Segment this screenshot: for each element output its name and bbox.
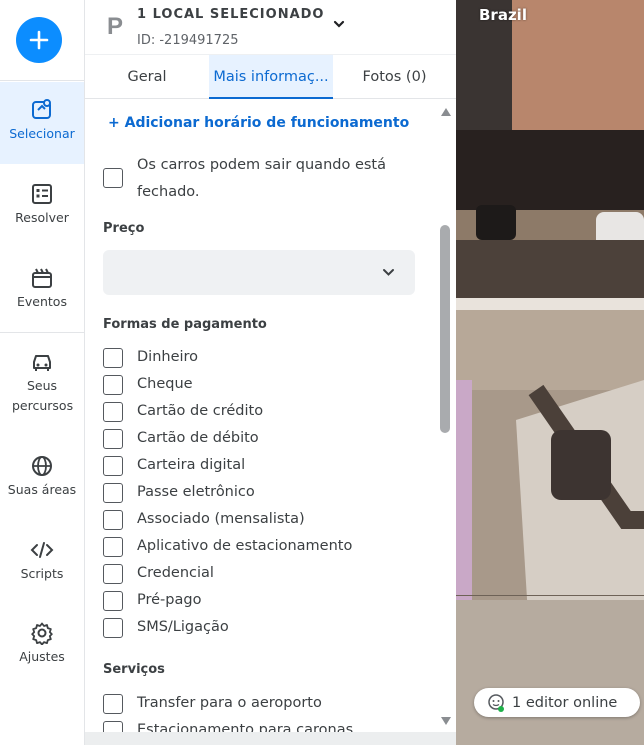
rail-item-label: Eventos: [17, 294, 67, 309]
price-section-title: Preço: [103, 221, 145, 236]
service-checkbox[interactable]: [103, 721, 123, 732]
left-rail: Selecionar Resolver Eventos Seus percurs…: [0, 0, 85, 745]
rail-item-areas[interactable]: Suas áreas: [0, 454, 84, 500]
areas-icon: [32, 456, 52, 476]
rail-divider: [0, 332, 84, 333]
service-option-label: Estacionamento para caronas: [137, 722, 354, 732]
rail-item-select[interactable]: Selecionar: [0, 82, 84, 164]
map-country-label: Brazil: [479, 6, 527, 24]
payment-checkbox[interactable]: [103, 537, 123, 557]
add-button[interactable]: [16, 17, 62, 63]
place-id: ID: -219491725: [137, 33, 239, 48]
editors-online-text: 1 editor online: [512, 694, 618, 711]
payment-option-label: Cartão de crédito: [137, 403, 264, 419]
tab-more-info[interactable]: Mais informaç...: [209, 55, 333, 99]
chevron-down-icon[interactable]: [332, 17, 346, 31]
payment-option-label: Credencial: [137, 565, 214, 581]
editors-online-pill[interactable]: 1 editor online: [474, 688, 640, 717]
scroll-thumb[interactable]: [440, 225, 450, 433]
rail-item-label: Selecionar: [9, 126, 75, 141]
rail-item-label: Ajustes: [19, 649, 65, 664]
drives-icon: [33, 355, 51, 371]
rail-item-drives[interactable]: Seus percursos: [0, 350, 84, 416]
satellite-imagery: [456, 0, 644, 745]
rail-divider: [0, 80, 84, 81]
payment-option-label: SMS/Ligação: [137, 619, 229, 635]
payment-checkbox[interactable]: [103, 429, 123, 449]
resolve-icon: [32, 184, 52, 204]
gear-icon: [31, 622, 53, 645]
rail-item-scripts[interactable]: Scripts: [0, 538, 84, 584]
more-info-content: + Adicionar horário de funcionamento Os …: [85, 99, 437, 732]
payment-checkbox[interactable]: [103, 591, 123, 611]
parking-category-icon: P: [107, 13, 124, 40]
payment-option-label: Cheque: [137, 376, 193, 392]
services-section-title: Serviços: [103, 662, 165, 677]
rail-item-label: Suas áreas: [7, 482, 77, 497]
map-view[interactable]: Brazil 1 editor online: [456, 0, 644, 745]
payment-option-label: Dinheiro: [137, 349, 199, 365]
payment-checkbox[interactable]: [103, 510, 123, 530]
selection-title: 1 LOCAL SELECIONADO: [137, 7, 325, 22]
payment-checkbox[interactable]: [103, 564, 123, 584]
payment-option-label: Carteira digital: [137, 457, 246, 473]
price-select[interactable]: [103, 250, 415, 295]
payment-option-label: Cartão de débito: [137, 430, 259, 446]
payment-checkbox[interactable]: [103, 375, 123, 395]
edit-panel: P 1 LOCAL SELECIONADO ID: -219491725 Ger…: [85, 0, 456, 745]
panel-header: P 1 LOCAL SELECIONADO ID: -219491725: [85, 0, 456, 54]
editor-online-icon: [488, 693, 504, 712]
rail-item-settings[interactable]: Ajustes: [0, 621, 84, 667]
service-checkbox[interactable]: [103, 694, 123, 714]
payment-checkbox[interactable]: [103, 348, 123, 368]
rail-item-resolve[interactable]: Resolver: [0, 182, 84, 228]
horizontal-scrollbar[interactable]: [85, 732, 456, 745]
payment-checkbox[interactable]: [103, 456, 123, 476]
payment-checkbox[interactable]: [103, 402, 123, 422]
closed-exit-checkbox[interactable]: [103, 168, 123, 188]
rail-item-label: Resolver: [15, 210, 69, 225]
payment-option-label: Pré-pago: [137, 592, 202, 608]
scroll-up-icon[interactable]: [440, 107, 452, 117]
plus-icon: [29, 30, 49, 50]
select-icon: [32, 99, 51, 119]
rail-item-label: Seus percursos: [12, 378, 74, 413]
service-option-label: Transfer para o aeroporto: [137, 695, 322, 711]
add-opening-hours-link[interactable]: + Adicionar horário de funcionamento: [108, 115, 409, 131]
payment-option-label: Aplicativo de estacionamento: [137, 538, 353, 554]
closed-exit-label: Os carros podem sair quando está fechado…: [137, 157, 386, 200]
payment-option-label: Associado (mensalista): [137, 511, 305, 527]
vertical-scrollbar[interactable]: [437, 99, 456, 732]
payment-checkbox[interactable]: [103, 483, 123, 503]
tabs: Geral Mais informaç... Fotos (0): [85, 54, 456, 99]
tab-general[interactable]: Geral: [85, 55, 209, 99]
tab-photos[interactable]: Fotos (0): [333, 55, 456, 99]
events-icon: [32, 268, 52, 288]
code-icon: [30, 542, 54, 558]
payment-section-title: Formas de pagamento: [103, 317, 267, 332]
rail-item-label: Scripts: [20, 566, 64, 581]
chevron-down-icon: [383, 269, 394, 276]
payment-checkbox[interactable]: [103, 618, 123, 638]
scroll-down-icon[interactable]: [440, 716, 452, 726]
rail-item-events[interactable]: Eventos: [0, 266, 84, 312]
payment-option-label: Passe eletrônico: [137, 484, 255, 500]
